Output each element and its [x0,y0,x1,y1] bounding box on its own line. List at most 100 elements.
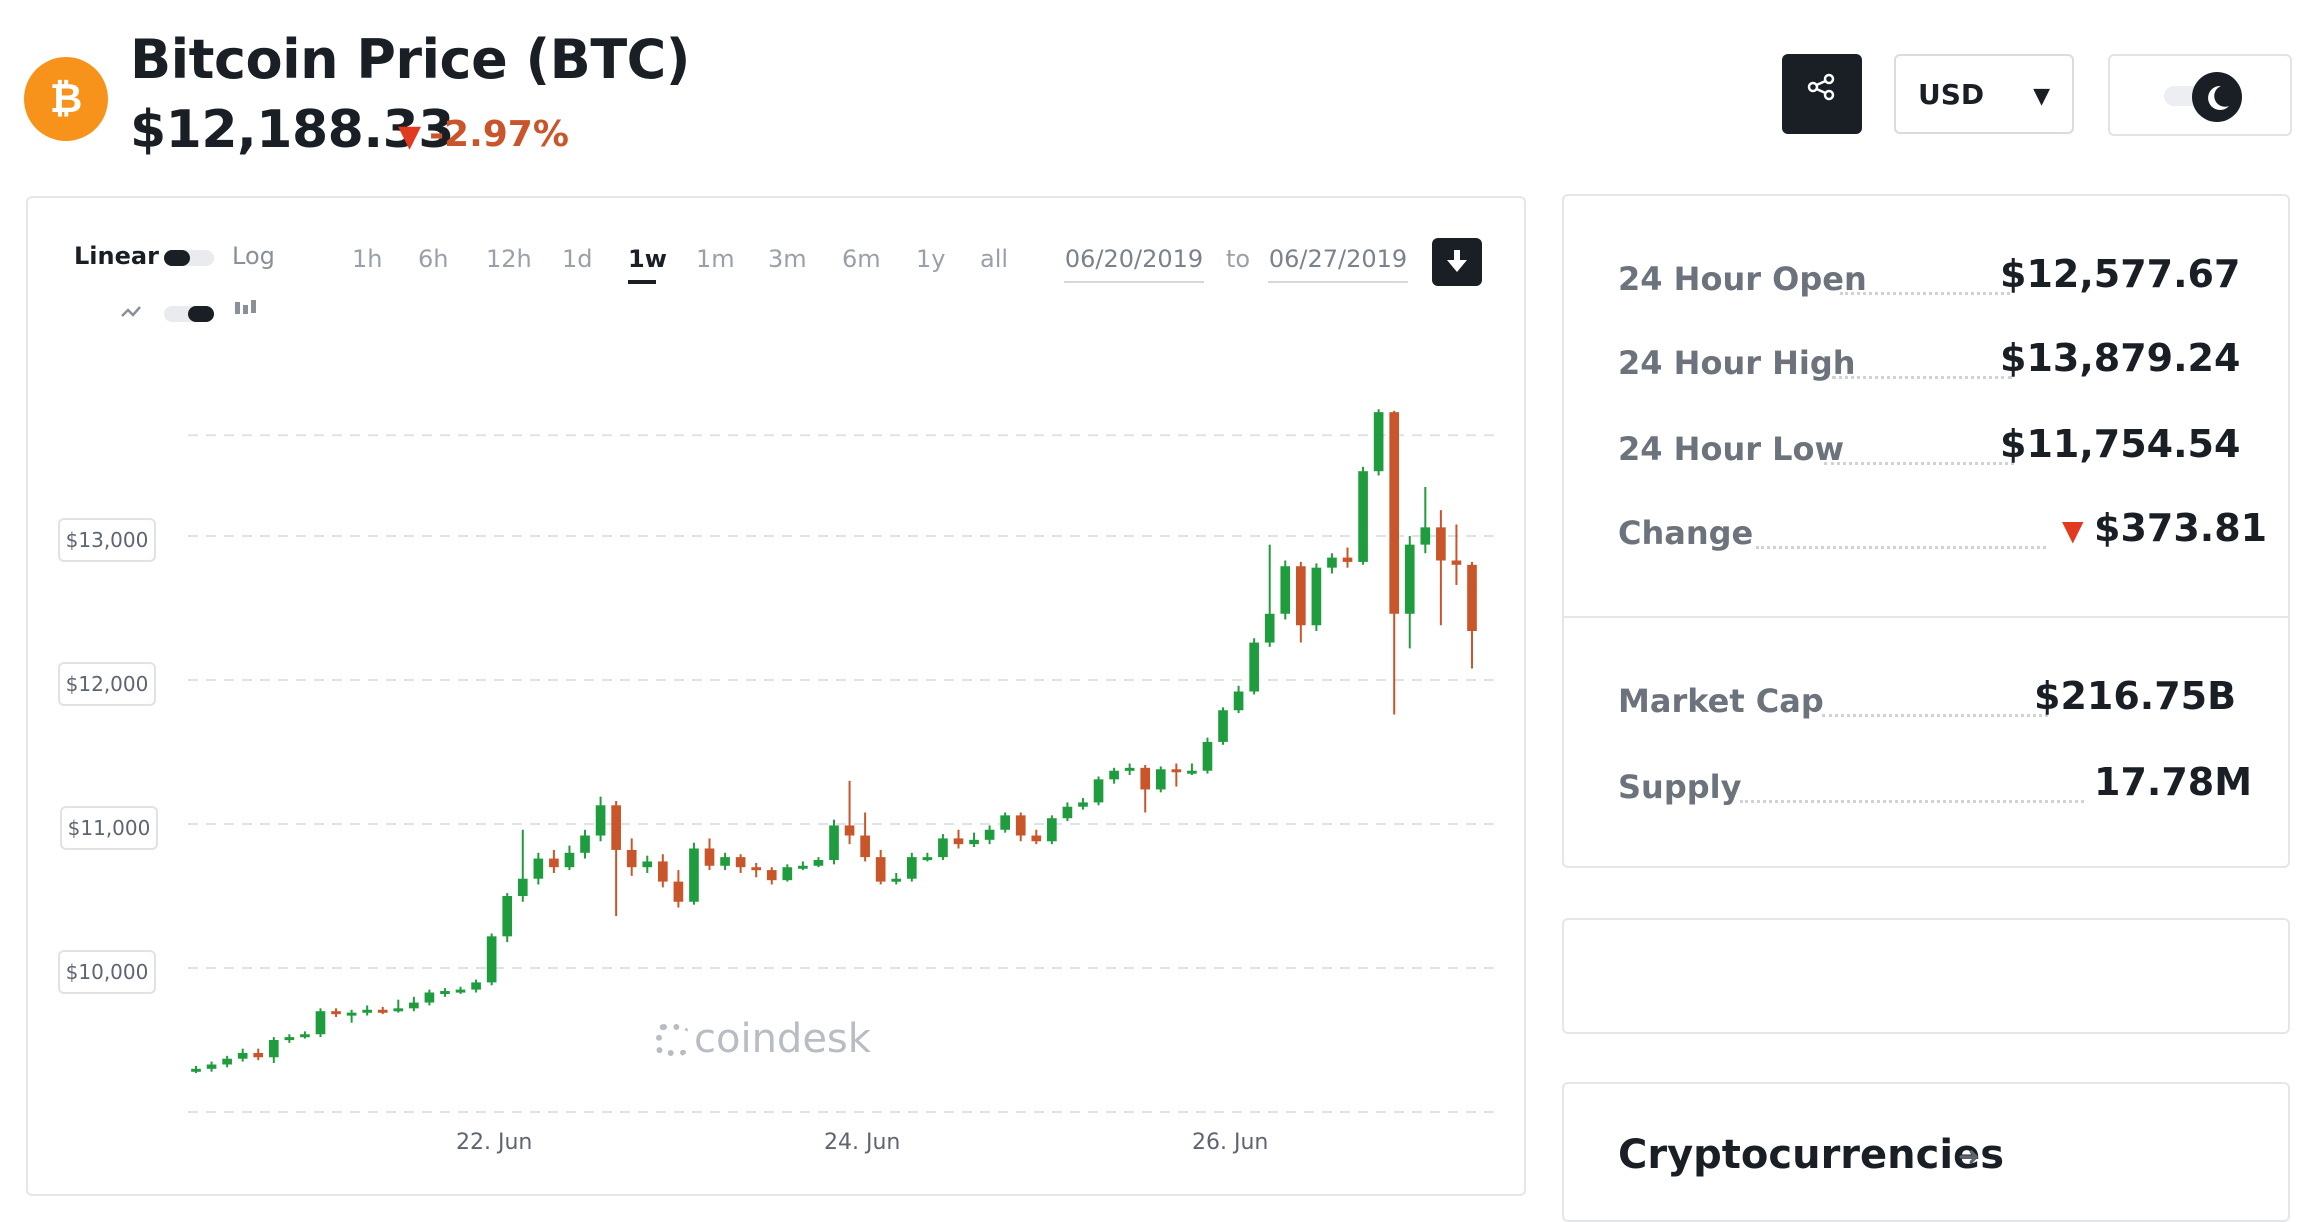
candle-body[interactable] [1109,770,1119,780]
coindesk-logo-icon [656,1024,688,1056]
candle-body[interactable] [1093,779,1104,803]
coindesk-watermark: coindesk [656,1016,871,1062]
candle-body[interactable] [1342,557,1353,562]
candle-body[interactable] [1202,741,1213,771]
candle-body[interactable] [1358,471,1368,562]
candle-body[interactable] [502,896,513,937]
candle-body[interactable] [206,1064,217,1069]
candle-body[interactable] [580,835,590,853]
stat-label: 24 Hour Open [1618,260,1867,298]
candle-body[interactable] [953,838,964,845]
leader-dots [1822,714,2048,717]
candle-body[interactable] [813,860,824,866]
candle-body[interactable] [237,1052,248,1059]
candle-body[interactable] [284,1037,295,1041]
candle-body[interactable] [1264,613,1275,643]
candle-body[interactable] [424,992,435,1003]
stat-value: 17.78M [2094,760,2253,804]
candle-body[interactable] [300,1034,310,1038]
candle-body[interactable] [549,858,559,868]
currency-select[interactable]: USD ▼ [1894,54,2074,134]
candle-body[interactable] [720,857,730,866]
candle-body[interactable] [1404,544,1415,614]
candle-body[interactable] [642,861,653,868]
candle-body[interactable] [798,865,808,869]
candle-body[interactable] [1311,567,1322,626]
candle-body[interactable] [1124,767,1135,771]
candle-body[interactable] [689,848,699,902]
candle-body[interactable] [1171,769,1182,773]
candle-body[interactable] [611,805,621,850]
candle-body[interactable] [984,829,995,840]
candle-body[interactable] [471,982,481,990]
candle-body[interactable] [844,825,855,836]
candle-body[interactable] [1373,412,1384,472]
candle-body[interactable] [1078,802,1088,807]
candle-body[interactable] [564,852,575,868]
candle-body[interactable] [268,1040,279,1058]
theme-toggle-knob [2192,72,2242,122]
candle-body[interactable] [377,1009,388,1013]
candle-body[interactable] [409,1002,419,1009]
candle-body[interactable] [1389,412,1400,614]
candle-body[interactable] [1451,560,1462,565]
candle-body[interactable] [829,825,839,860]
theme-toggle[interactable] [2108,54,2292,136]
candle-body[interactable] [751,867,762,871]
candle-body[interactable] [1467,564,1477,632]
empty-panel [1562,918,2290,1034]
candle-body[interactable] [455,989,466,993]
candle-body[interactable] [253,1052,264,1058]
candle-body[interactable] [1187,770,1197,774]
candle-body[interactable] [1436,527,1446,561]
cryptocurrencies-link[interactable]: Cryptocurrencies [1618,1132,2004,1178]
candle-body[interactable] [1218,710,1228,742]
candle-body[interactable] [1015,815,1026,836]
candle-body[interactable] [393,1008,404,1012]
candle-body[interactable] [1233,691,1244,711]
candle-body[interactable] [626,849,637,868]
candle-body[interactable] [906,857,917,879]
candle-body[interactable] [782,867,793,881]
candle-body[interactable] [533,858,544,879]
candle-body[interactable] [346,1012,357,1016]
candle-body[interactable] [860,835,870,858]
candle-body[interactable] [1140,767,1151,790]
candle-body[interactable] [517,878,528,896]
y-axis-label: $13,000 [58,518,156,562]
candle-body[interactable] [1327,557,1337,568]
candle-body[interactable] [1420,527,1431,545]
candle-body[interactable] [704,848,715,866]
share-button[interactable] [1782,54,1862,134]
candle-body[interactable] [766,870,777,881]
candle-body[interactable] [595,805,606,836]
stat-value: $11,754.54 [2000,422,2241,466]
arrow-right-icon[interactable]: ➜ [1958,1142,1980,1172]
candle-body[interactable] [875,857,886,882]
candle-body[interactable] [1000,815,1010,830]
candle-body[interactable] [735,857,746,868]
candle-body[interactable] [1296,566,1306,626]
y-axis-label: $10,000 [58,950,156,994]
candle-body[interactable] [1249,642,1259,692]
candle-body[interactable] [1062,806,1073,819]
candle-body[interactable] [440,991,450,995]
stat-label: 24 Hour Low [1618,430,1845,468]
candle-body[interactable] [969,839,979,845]
candle-body[interactable] [362,1009,372,1013]
x-axis-label: 26. Jun [1192,1130,1269,1155]
candle-body[interactable] [938,838,948,858]
candle-body[interactable] [891,878,902,882]
candle-body[interactable] [315,1011,326,1035]
candle-body[interactable] [331,1011,341,1015]
candle-body[interactable] [922,857,933,861]
candle-body[interactable] [1047,818,1057,842]
candle-body[interactable] [658,861,668,882]
candle-body[interactable] [1155,769,1166,790]
candle-body[interactable] [1280,566,1291,614]
candle-body[interactable] [1031,835,1042,842]
candle-body[interactable] [673,881,684,902]
candle-body[interactable] [191,1068,201,1072]
candle-body[interactable] [486,936,497,983]
candle-body[interactable] [222,1058,232,1065]
